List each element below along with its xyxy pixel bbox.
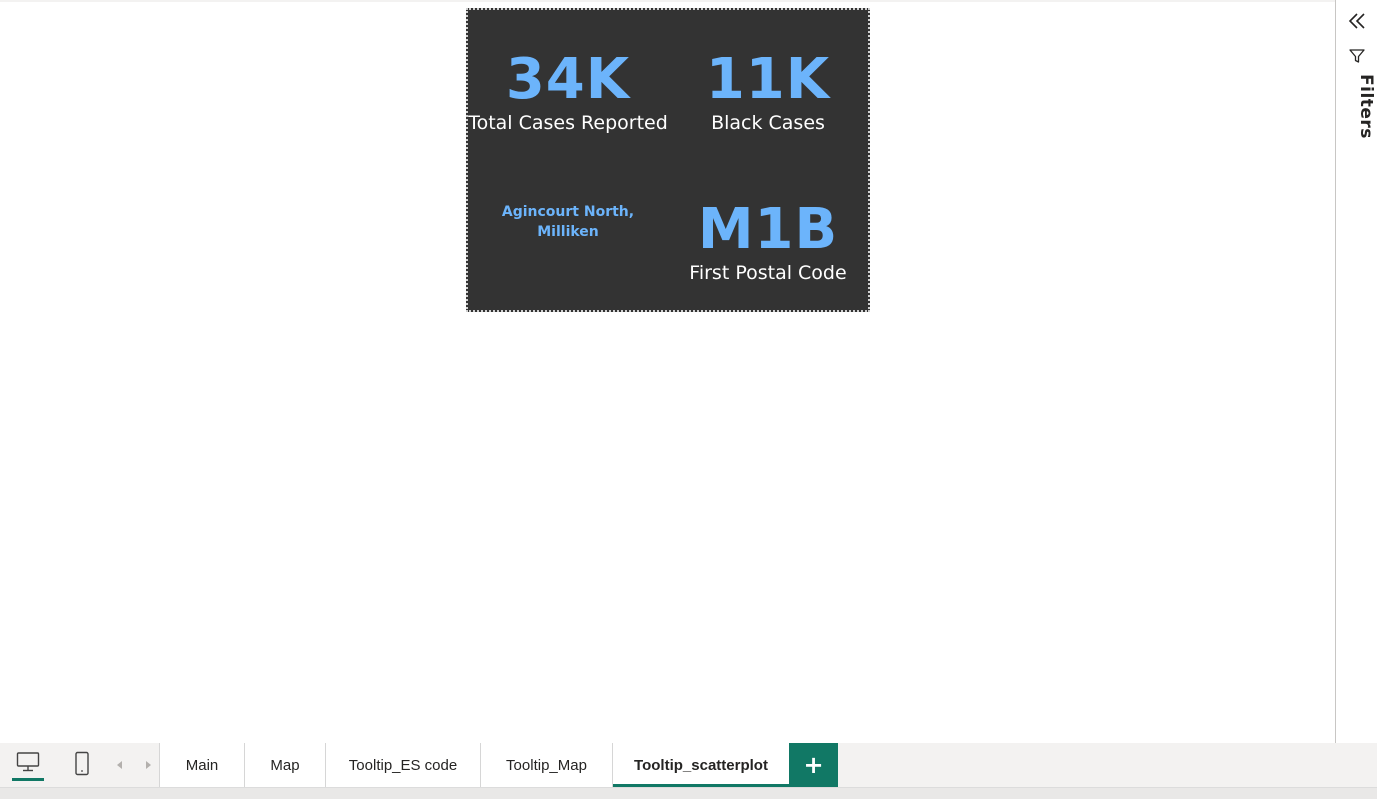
black-cases-value: 11K xyxy=(705,47,831,112)
active-view-indicator xyxy=(12,778,44,781)
filters-label[interactable]: Filters xyxy=(1356,74,1376,139)
page-tabs: Main Map Tooltip_ES code Tooltip_Map Too… xyxy=(159,743,838,787)
total-cases-kpi: 34K Total Cases Reported xyxy=(468,47,668,135)
mobile-view-button[interactable] xyxy=(62,743,102,787)
black-cases-label: Black Cases xyxy=(711,112,825,134)
tab-tooltip-es-code[interactable]: Tooltip_ES code xyxy=(325,743,480,787)
add-page-button[interactable]: + xyxy=(789,743,838,787)
desktop-view-button[interactable] xyxy=(8,743,48,787)
tab-tooltip-scatterplot[interactable]: Tooltip_scatterplot xyxy=(612,743,789,787)
double-chevron-left-icon[interactable] xyxy=(1346,10,1368,32)
desktop-icon xyxy=(16,752,40,772)
neighbourhood-kpi: Agincourt North, Milliken xyxy=(468,202,668,242)
status-strip xyxy=(0,787,1377,799)
kpi-card[interactable]: 34K Total Cases Reported 11K Black Cases… xyxy=(466,8,870,312)
neighbourhood-line-1: Agincourt North, xyxy=(501,204,635,220)
next-page-arrow-icon[interactable] xyxy=(142,757,154,771)
tab-map[interactable]: Map xyxy=(244,743,325,787)
page-tab-bar: Main Map Tooltip_ES code Tooltip_Map Too… xyxy=(0,743,1377,787)
neighbourhood-line-2: Milliken xyxy=(537,224,599,240)
tab-tooltip-map[interactable]: Tooltip_Map xyxy=(480,743,612,787)
total-cases-value: 34K xyxy=(505,47,631,112)
postal-code-value: M1B xyxy=(697,197,839,262)
total-cases-label: Total Cases Reported xyxy=(468,112,668,134)
previous-page-arrow-icon[interactable] xyxy=(114,757,126,771)
black-cases-kpi: 11K Black Cases xyxy=(668,47,868,135)
mobile-icon xyxy=(75,751,89,776)
funnel-icon xyxy=(1349,48,1365,64)
tab-main[interactable]: Main xyxy=(159,743,244,787)
filters-pane[interactable]: Filters xyxy=(1335,0,1377,743)
postal-code-kpi: M1B First Postal Code xyxy=(668,197,868,285)
canvas-top-border xyxy=(0,0,1335,2)
postal-code-label: First Postal Code xyxy=(689,262,847,284)
